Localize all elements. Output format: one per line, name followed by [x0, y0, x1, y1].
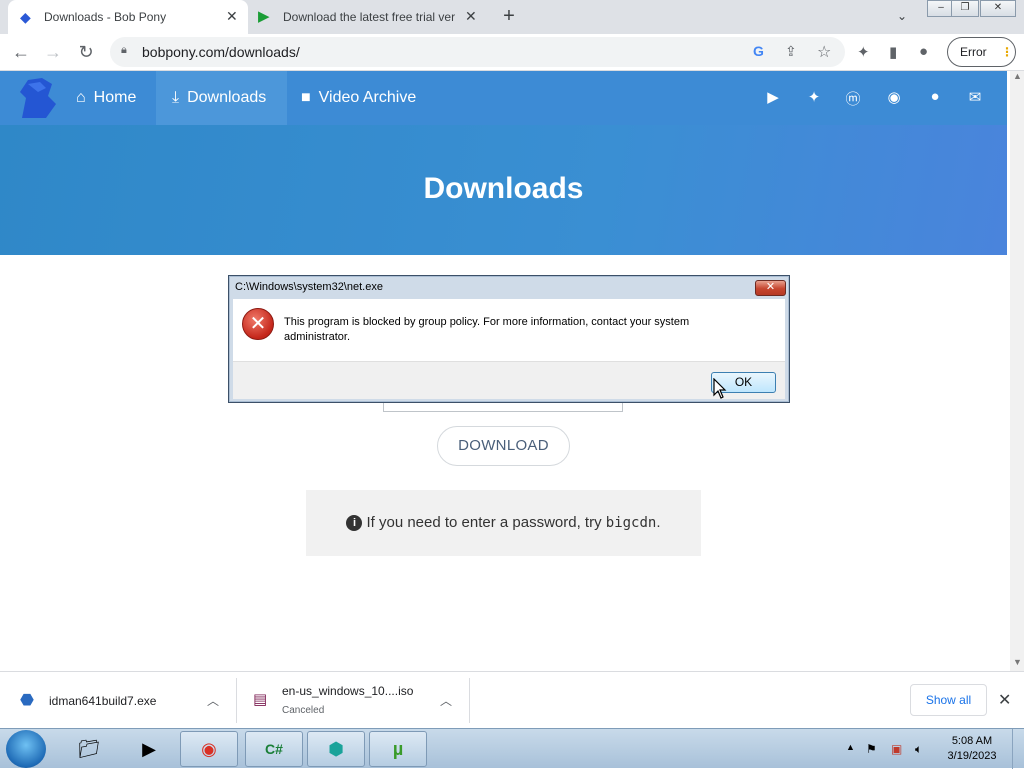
- explorer-taskbar-icon[interactable]: 📁︎: [60, 731, 118, 767]
- download-icon: ⤓: [172, 89, 180, 106]
- lock-icon: 🔒︎: [121, 44, 127, 56]
- tab-downloads-bob-pony[interactable]: ◆ Downloads - Bob Pony ✕: [8, 0, 248, 34]
- dialog-footer: OK: [233, 361, 785, 399]
- archive-file-icon: ▤: [253, 691, 268, 708]
- dialog-title: C:\Windows\system32\net.exe: [235, 281, 383, 293]
- notice-end: .: [656, 514, 661, 531]
- tab-title: Downloads - Bob Pony: [44, 10, 167, 24]
- url-text: bobpony.com/downloads/: [142, 44, 300, 60]
- play-favicon-icon: ▶: [258, 8, 270, 25]
- clock-time: 5:08 AM: [951, 735, 993, 747]
- hex-app-taskbar-icon[interactable]: ⬢: [307, 731, 365, 767]
- close-tab-icon[interactable]: ✕: [226, 8, 238, 25]
- google-icon[interactable]: G: [753, 43, 764, 59]
- bobpony-favicon-icon: ◆: [20, 9, 31, 25]
- nav-home[interactable]: ⌂ Home: [56, 71, 148, 125]
- new-tab-icon[interactable]: +: [499, 5, 519, 28]
- profile-error-label: Error: [960, 45, 987, 59]
- download-filename: idman641build7.exe: [49, 694, 157, 708]
- nav-video-archive-label: Video Archive: [318, 89, 417, 106]
- scroll-up-icon[interactable]: ▲: [1013, 71, 1022, 81]
- download-shelf: ⬣ idman641build7.exe ︿ ▤ en-us_windows_1…: [0, 671, 1024, 728]
- tray-expand-icon[interactable]: ▲: [846, 742, 855, 752]
- twitter-icon[interactable]: ✦: [803, 88, 825, 106]
- download-button[interactable]: DOWNLOAD: [437, 426, 570, 466]
- close-shelf-icon[interactable]: ✕: [998, 690, 1011, 710]
- network-icon[interactable]: ▣: [891, 742, 902, 756]
- browser-toolbar: ← → ↻ 🔒︎ bobpony.com/downloads/ G ⇪ ☆ ✦ …: [0, 34, 1024, 71]
- forward-icon[interactable]: →: [42, 41, 64, 63]
- nav-downloads-label: Downloads: [187, 89, 267, 106]
- scroll-down-icon[interactable]: ▼: [1013, 657, 1022, 667]
- download-filename: en-us_windows_10....iso: [282, 684, 414, 698]
- show-desktop-button[interactable]: [1012, 729, 1024, 769]
- start-button-icon[interactable]: [6, 730, 46, 768]
- profile-error-button[interactable]: Error ⋮: [947, 37, 1016, 67]
- download-item-iso[interactable]: ▤ en-us_windows_10....iso Canceled ︿: [237, 672, 469, 729]
- page-scrollbar[interactable]: ▲ ▼: [1010, 71, 1024, 671]
- notice-text: If you need to enter a password, try: [366, 514, 606, 531]
- chrome-taskbar-icon[interactable]: ◉: [180, 731, 238, 767]
- system-clock[interactable]: 5:08 AM 3/19/2023: [940, 734, 1004, 764]
- extensions-icon[interactable]: ✦: [857, 43, 870, 61]
- tab-download-trial[interactable]: ▶ Download the latest free trial ver ✕: [248, 0, 488, 34]
- address-bar[interactable]: 🔒︎ bobpony.com/downloads/ G ⇪ ☆: [110, 37, 845, 67]
- back-icon[interactable]: ←: [10, 41, 32, 63]
- taskbar: 📁︎ ▶ ◉ C# ⬢ µ ▲ ⚑ ▣ 🔈︎ 5:08 AM 3/19/2023: [0, 728, 1024, 769]
- discord-icon[interactable]: ◉: [883, 88, 905, 106]
- nav-downloads[interactable]: ⤓ Downloads: [156, 71, 287, 125]
- show-all-button[interactable]: Show all: [910, 684, 987, 716]
- dialog-body: ✕ This program is blocked by group polic…: [233, 299, 785, 361]
- download-item-idman[interactable]: ⬣ idman641build7.exe ︿: [0, 672, 236, 729]
- volume-icon[interactable]: 🔈︎: [915, 742, 922, 757]
- page-title: Downloads: [423, 172, 584, 205]
- side-panel-icon[interactable]: ▮: [889, 43, 897, 61]
- chevron-up-icon[interactable]: ︿: [207, 692, 219, 709]
- restore-icon[interactable]: ❐: [951, 0, 979, 17]
- dialog-message: This program is blocked by group policy.…: [284, 316, 690, 343]
- chevron-up-icon[interactable]: ︿: [440, 692, 452, 709]
- error-dialog: C:\Windows\system32\net.exe ✕ ✕ This pro…: [228, 275, 790, 403]
- video-icon: ■: [301, 89, 311, 106]
- dialog-close-button[interactable]: ✕: [755, 280, 786, 296]
- password-code: bigcdn: [605, 515, 657, 531]
- nav-home-label: Home: [93, 89, 137, 106]
- home-icon: ⌂: [76, 89, 86, 106]
- email-icon[interactable]: ✉: [964, 88, 986, 106]
- tab-search-chevron-icon[interactable]: ⌄: [897, 9, 907, 23]
- download-status: Canceled: [282, 705, 325, 716]
- error-icon: ✕: [242, 308, 274, 340]
- share-icon[interactable]: ⇪: [785, 43, 797, 60]
- github-icon[interactable]: ●: [924, 88, 946, 105]
- utorrent-taskbar-icon[interactable]: µ: [369, 731, 427, 767]
- password-notice: i If you need to enter a password, try bi…: [306, 490, 701, 556]
- close-tab-icon[interactable]: ✕: [465, 8, 477, 25]
- bobpony-logo-icon[interactable]: [12, 74, 60, 122]
- action-center-icon[interactable]: ⚑: [866, 742, 877, 756]
- reload-icon[interactable]: ↻: [75, 41, 97, 63]
- hero-banner: Downloads: [0, 125, 1007, 255]
- info-icon: i: [346, 515, 363, 532]
- csharp-app-taskbar-icon[interactable]: C#: [245, 731, 303, 767]
- menu-kebab-icon: ⋮: [1001, 45, 1013, 59]
- tab-strip: ◆ Downloads - Bob Pony ✕ ▶ Download the …: [0, 0, 1024, 34]
- mastodon-icon[interactable]: ⓜ: [842, 88, 864, 109]
- youtube-icon[interactable]: ▶: [762, 88, 784, 106]
- media-player-taskbar-icon[interactable]: ▶: [120, 731, 178, 767]
- window-close-icon[interactable]: ✕: [980, 0, 1016, 17]
- bookmark-star-icon[interactable]: ☆: [817, 42, 831, 62]
- divider: [469, 678, 470, 723]
- profile-avatar-icon[interactable]: ●: [919, 43, 928, 60]
- tab-title: Download the latest free trial ver: [283, 10, 455, 24]
- installer-file-icon: ⬣: [20, 692, 34, 709]
- mouse-cursor-icon: [713, 377, 727, 406]
- nav-video-archive[interactable]: ■ Video Archive: [287, 71, 428, 125]
- clock-date: 3/19/2023: [947, 750, 997, 762]
- site-navbar: ⌂ Home ⤓ Downloads ■ Video Archive ▶ ✦ ⓜ…: [0, 71, 1007, 125]
